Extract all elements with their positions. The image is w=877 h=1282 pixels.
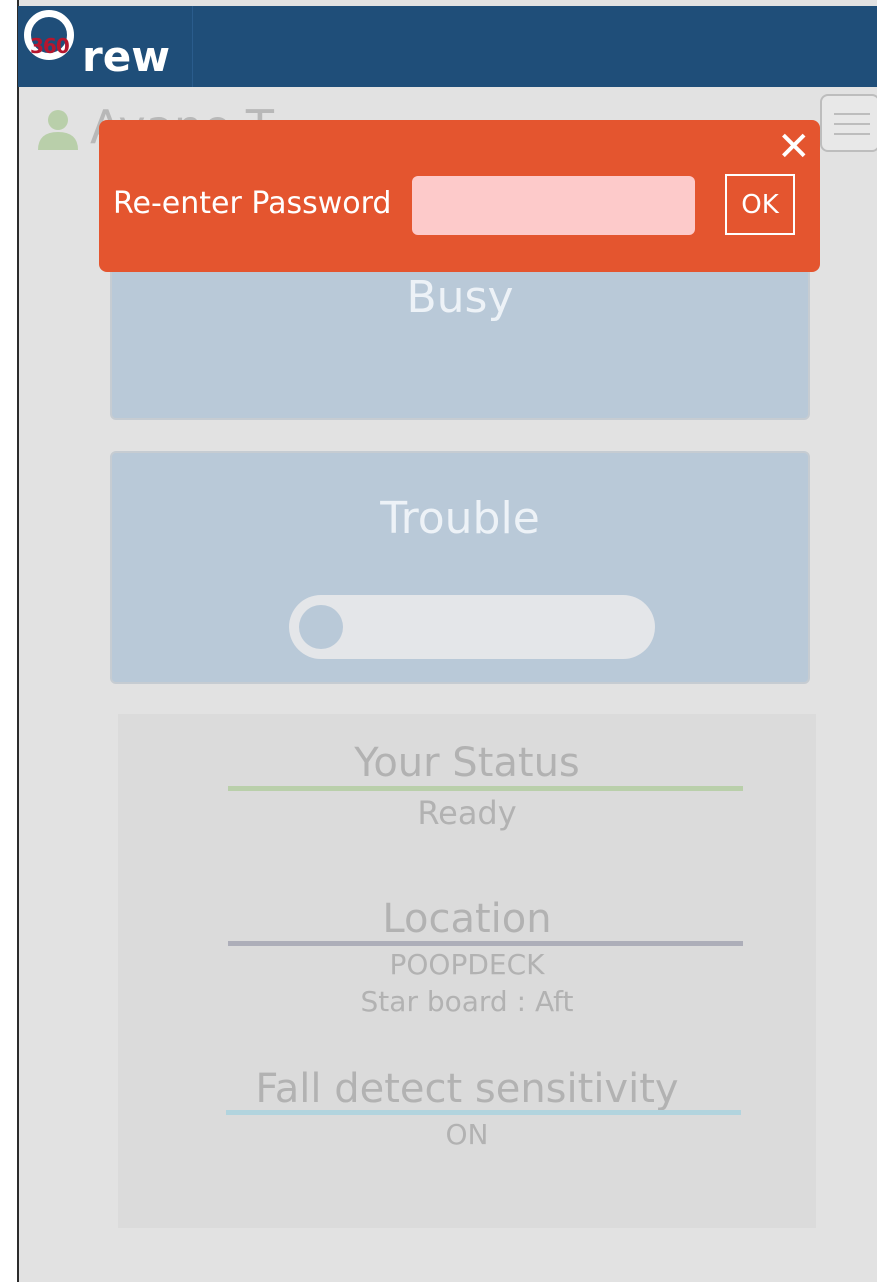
location-rule — [228, 941, 743, 946]
location-value: POOPDECK — [389, 948, 545, 981]
fall-rule — [226, 1110, 741, 1115]
location-detail: Star board : Aft — [360, 985, 574, 1018]
busy-label: Busy — [406, 272, 514, 323]
window-left-edge — [0, 0, 18, 1282]
trouble-toggle[interactable] — [289, 595, 655, 659]
status-heading: Your Status — [354, 740, 580, 786]
fall-value-wrap: ON — [118, 1118, 816, 1151]
fall-value: ON — [445, 1118, 489, 1151]
menu-icon-line-1 — [834, 113, 870, 115]
reenter-password-dialog: ✕ Re-enter Password OK — [99, 120, 820, 272]
menu-icon-line-2 — [834, 123, 870, 125]
fall-section: Fall detect sensitivity — [118, 1066, 816, 1112]
trouble-label: Trouble — [380, 493, 540, 544]
user-icon — [38, 110, 78, 150]
menu-button[interactable] — [820, 94, 877, 152]
password-label: Re-enter Password — [113, 186, 392, 221]
location-heading: Location — [382, 896, 552, 942]
status-rule — [228, 786, 743, 791]
toggle-knob — [299, 605, 343, 649]
location-value-wrap: POOPDECK Star board : Aft — [118, 948, 816, 1018]
status-value-wrap: Ready — [118, 794, 816, 832]
logo-number: 360 — [30, 34, 70, 58]
ok-button[interactable]: OK — [725, 174, 795, 235]
app-logo: 360 rew — [18, 6, 218, 87]
status-panel: Your Status Ready Location POOPDECK Star… — [118, 714, 816, 1228]
trouble-card[interactable]: Trouble — [110, 451, 810, 684]
status-section: Your Status — [118, 740, 816, 786]
location-section: Location — [118, 896, 816, 942]
logo-word: rew — [82, 32, 170, 81]
password-input[interactable] — [412, 176, 695, 235]
close-icon[interactable]: ✕ — [777, 124, 811, 170]
window-left-border — [17, 0, 19, 1282]
fall-heading: Fall detect sensitivity — [255, 1066, 679, 1112]
status-value: Ready — [417, 794, 517, 832]
menu-icon-line-3 — [834, 133, 870, 135]
